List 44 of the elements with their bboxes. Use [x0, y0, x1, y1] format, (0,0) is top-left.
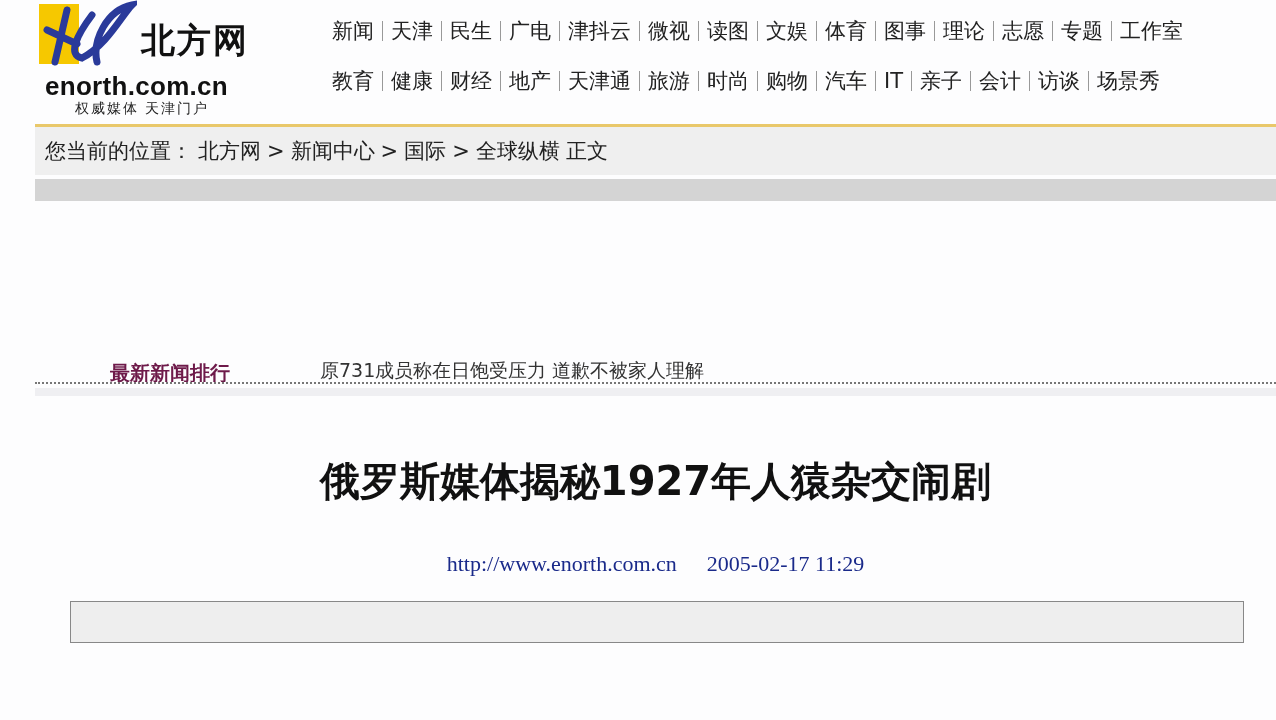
- nav-link[interactable]: 时尚: [707, 67, 749, 95]
- nav-link[interactable]: 体育: [825, 17, 867, 45]
- article-title: 俄罗斯媒体揭秘1927年人猿杂交闹剧: [318, 457, 993, 506]
- logo-slogan: 权威媒体 天津门户: [75, 100, 211, 118]
- nav-link[interactable]: 读图: [707, 17, 749, 45]
- nav-link[interactable]: 财经: [450, 67, 492, 95]
- breadcrumb-current: 正文: [565, 138, 608, 165]
- nav-link[interactable]: 访谈: [1038, 67, 1081, 95]
- nav-link[interactable]: 健康: [391, 67, 433, 95]
- article-source: http://www.enorth.com.cn: [446, 551, 677, 577]
- nav-link[interactable]: 会计: [979, 67, 1022, 95]
- nav-link[interactable]: IT: [884, 69, 904, 93]
- nav-link[interactable]: 天津: [391, 17, 433, 45]
- nav-link[interactable]: 汽车: [825, 67, 867, 95]
- nav-link[interactable]: 亲子: [920, 67, 963, 95]
- nav-link[interactable]: 津抖云: [568, 17, 631, 45]
- nav-link[interactable]: 微视: [648, 17, 690, 45]
- nav-link[interactable]: 地产: [509, 67, 551, 95]
- logo-name: 北方网: [141, 19, 249, 62]
- logo-domain: enorth.com.cn: [45, 72, 230, 100]
- nav-link[interactable]: 教育: [332, 67, 374, 95]
- article-date: 2005-02-17 11:29: [706, 551, 865, 577]
- nav-link[interactable]: 民生: [450, 17, 492, 45]
- breadcrumb-separator: >: [380, 139, 399, 163]
- nav-link[interactable]: 场景秀: [1097, 67, 1161, 95]
- breadcrumb-separator: >: [452, 139, 470, 163]
- nav-link[interactable]: 理论: [943, 17, 985, 45]
- breadcrumb-separator: >: [267, 139, 285, 163]
- nav-link[interactable]: 专题: [1061, 17, 1103, 45]
- nav-link[interactable]: 图事: [884, 17, 926, 45]
- nav-link[interactable]: 购物: [766, 67, 808, 95]
- breadcrumb-label: 您当前的位置：: [45, 138, 192, 165]
- breadcrumb-link[interactable]: 新闻中心: [290, 137, 375, 165]
- nav-link[interactable]: 志愿: [1002, 17, 1044, 45]
- nav-link[interactable]: 新闻: [332, 17, 374, 45]
- nav-link[interactable]: 工作室: [1120, 17, 1183, 45]
- breadcrumb-link[interactable]: 国际: [404, 137, 447, 165]
- breadcrumb-link[interactable]: 北方网: [198, 137, 261, 165]
- nav-link[interactable]: 广电: [509, 17, 551, 45]
- nav-link[interactable]: 文娱: [766, 17, 808, 45]
- nav-link[interactable]: 天津通: [568, 67, 631, 95]
- nav-link[interactable]: 旅游: [648, 67, 690, 95]
- breadcrumb-link[interactable]: 全球纵横: [475, 137, 560, 165]
- ranking-news-link[interactable]: 原731成员称在日饱受压力 道歉不被家人理解: [320, 358, 705, 382]
